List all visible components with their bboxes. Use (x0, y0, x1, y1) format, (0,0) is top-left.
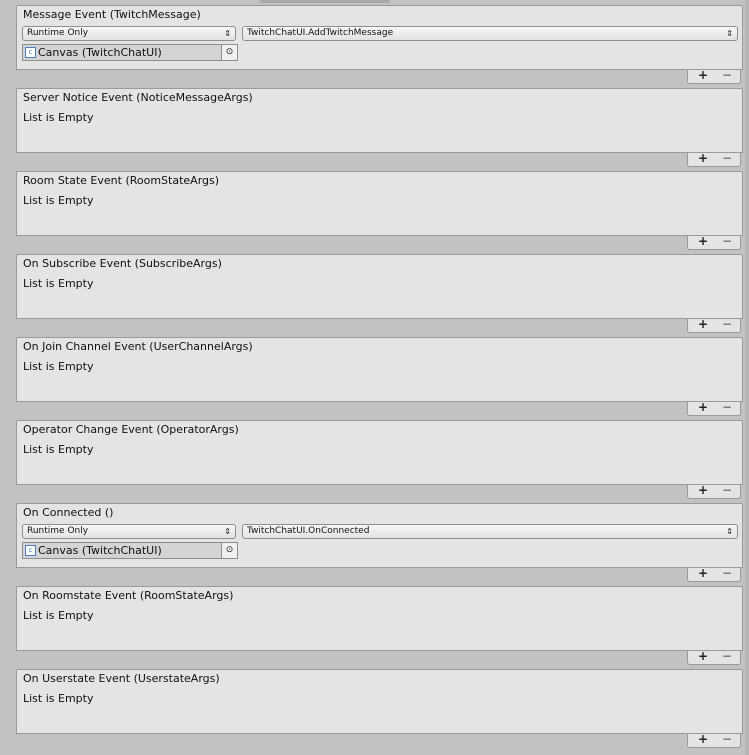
function-dropdown[interactable]: TwitchChatUI.AddTwitchMessage ⇕ (242, 26, 738, 41)
runtime-mode-dropdown[interactable]: Runtime Only ⇕ (22, 26, 236, 41)
target-object-field[interactable]: c Canvas (TwitchChatUI) ⊙ (22, 542, 238, 559)
event-header: Message Event (TwitchMessage) (16, 5, 743, 25)
event-header: Server Notice Event (NoticeMessageArgs) (16, 88, 743, 108)
vertical-scrollbar[interactable] (745, 0, 749, 755)
empty-list-label: List is Empty (23, 692, 94, 705)
target-circle-icon[interactable]: ⊙ (221, 543, 237, 558)
add-button[interactable]: + (698, 567, 708, 580)
updown-arrows-icon: ⇕ (224, 29, 231, 38)
runtime-mode-dropdown[interactable]: Runtime Only ⇕ (22, 524, 236, 539)
empty-list-label: List is Empty (23, 111, 94, 124)
script-object-icon: c (25, 47, 36, 58)
updown-arrows-icon: ⇕ (726, 29, 733, 38)
event-title: On Roomstate Event (RoomStateArgs) (23, 589, 234, 602)
remove-button[interactable]: − (722, 235, 732, 248)
event-body: List is Empty (16, 605, 743, 651)
remove-button[interactable]: − (722, 69, 732, 82)
event-header: On Subscribe Event (SubscribeArgs) (16, 254, 743, 274)
empty-list-label: List is Empty (23, 443, 94, 456)
list-footer: + − (687, 733, 741, 748)
event-header: On Connected () (16, 503, 743, 523)
inspector-panel: Message Event (TwitchMessage) Runtime On… (0, 0, 745, 755)
runtime-mode-value: Runtime Only (27, 526, 89, 536)
empty-list-label: List is Empty (23, 360, 94, 373)
event-body: Runtime Only ⇕ TwitchChatUI.OnConnected … (16, 522, 743, 568)
list-footer: + − (687, 484, 741, 499)
remove-button[interactable]: − (722, 567, 732, 580)
list-footer: + − (687, 650, 741, 665)
event-header: Operator Change Event (OperatorArgs) (16, 420, 743, 440)
function-dropdown[interactable]: TwitchChatUI.OnConnected ⇕ (242, 524, 738, 539)
add-button[interactable]: + (698, 733, 708, 746)
add-button[interactable]: + (698, 318, 708, 331)
list-footer: + − (687, 69, 741, 84)
event-body: List is Empty (16, 688, 743, 734)
remove-button[interactable]: − (722, 318, 732, 331)
empty-list-label: List is Empty (23, 609, 94, 622)
event-title: On Userstate Event (UserstateArgs) (23, 672, 220, 685)
updown-arrows-icon: ⇕ (224, 527, 231, 536)
list-footer: + − (687, 152, 741, 167)
runtime-mode-value: Runtime Only (27, 28, 89, 38)
list-footer: + − (687, 567, 741, 582)
event-body: List is Empty (16, 190, 743, 236)
function-value: TwitchChatUI.OnConnected (247, 526, 370, 536)
event-title: Message Event (TwitchMessage) (23, 8, 201, 21)
event-header: On Roomstate Event (RoomStateArgs) (16, 586, 743, 606)
remove-button[interactable]: − (722, 733, 732, 746)
function-value: TwitchChatUI.AddTwitchMessage (247, 28, 394, 38)
target-object-value: Canvas (TwitchChatUI) (38, 544, 162, 557)
event-title: Room State Event (RoomStateArgs) (23, 174, 220, 187)
add-button[interactable]: + (698, 235, 708, 248)
list-footer: + − (687, 401, 741, 416)
target-object-value: Canvas (TwitchChatUI) (38, 46, 162, 59)
add-button[interactable]: + (698, 69, 708, 82)
remove-button[interactable]: − (722, 152, 732, 165)
event-header: On Join Channel Event (UserChannelArgs) (16, 337, 743, 357)
list-footer: + − (687, 235, 741, 250)
updown-arrows-icon: ⇕ (726, 527, 733, 536)
event-body: List is Empty (16, 273, 743, 319)
event-title: On Subscribe Event (SubscribeArgs) (23, 257, 222, 270)
add-button[interactable]: + (698, 484, 708, 497)
add-button[interactable]: + (698, 650, 708, 663)
add-button[interactable]: + (698, 401, 708, 414)
event-header: On Userstate Event (UserstateArgs) (16, 669, 743, 689)
script-object-icon: c (25, 545, 36, 556)
top-strip (260, 0, 390, 3)
event-body: List is Empty (16, 107, 743, 153)
empty-list-label: List is Empty (23, 277, 94, 290)
event-body: Runtime Only ⇕ TwitchChatUI.AddTwitchMes… (16, 24, 743, 70)
event-body: List is Empty (16, 439, 743, 485)
event-title: Server Notice Event (NoticeMessageArgs) (23, 91, 253, 104)
event-body: List is Empty (16, 356, 743, 402)
list-footer: + − (687, 318, 741, 333)
target-circle-icon[interactable]: ⊙ (221, 45, 237, 60)
empty-list-label: List is Empty (23, 194, 94, 207)
event-title: On Connected () (23, 506, 114, 519)
remove-button[interactable]: − (722, 650, 732, 663)
event-title: Operator Change Event (OperatorArgs) (23, 423, 239, 436)
event-title: On Join Channel Event (UserChannelArgs) (23, 340, 253, 353)
remove-button[interactable]: − (722, 401, 732, 414)
target-object-field[interactable]: c Canvas (TwitchChatUI) ⊙ (22, 44, 238, 61)
add-button[interactable]: + (698, 152, 708, 165)
event-header: Room State Event (RoomStateArgs) (16, 171, 743, 191)
remove-button[interactable]: − (722, 484, 732, 497)
